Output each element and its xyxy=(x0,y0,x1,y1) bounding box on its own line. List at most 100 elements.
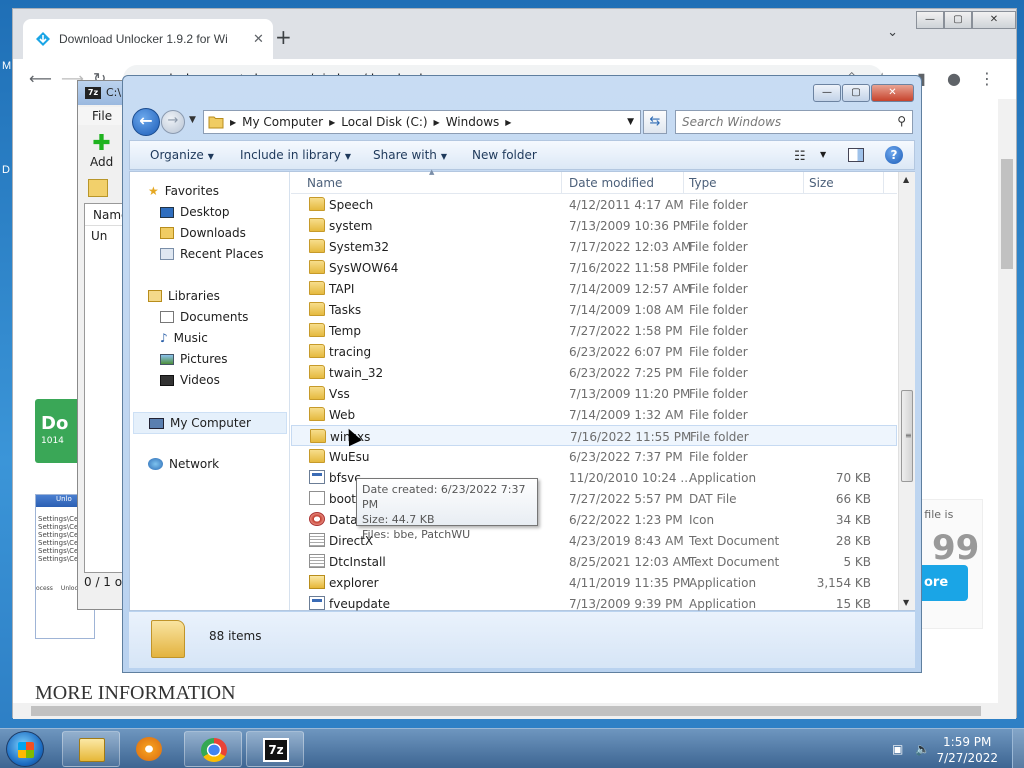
refresh-button[interactable]: ⇆ xyxy=(643,110,667,134)
help-icon[interactable]: ? xyxy=(885,146,903,164)
clock[interactable]: 1:59 PM 7/27/2022 xyxy=(936,734,998,766)
folder-up-icon[interactable] xyxy=(88,179,108,197)
page-horizontal-scrollbar[interactable] xyxy=(13,703,1000,719)
taskbar-7zip[interactable]: 7z xyxy=(246,731,304,767)
column-header-size[interactable]: Size xyxy=(809,176,834,190)
search-input[interactable]: Search Windows ⚲ xyxy=(675,110,913,134)
nav-my-computer[interactable]: My Computer xyxy=(133,412,287,434)
table-row[interactable]: Web 7/14/2009 1:32 AM File folder xyxy=(291,404,897,425)
nav-label: Videos xyxy=(180,373,220,387)
column-divider[interactable] xyxy=(883,172,884,194)
include-in-library-button[interactable]: Include in library ▼ xyxy=(240,148,351,162)
table-row[interactable]: Speech 4/12/2011 4:17 AM File folder xyxy=(291,194,897,215)
folder-icon xyxy=(309,260,325,274)
chevron-right-icon[interactable]: ▶ xyxy=(505,118,511,127)
new-folder-button[interactable]: New folder xyxy=(472,148,537,162)
nav-network[interactable]: Network xyxy=(148,457,219,471)
nav-music[interactable]: ♪ Music xyxy=(160,331,208,345)
kebab-menu-icon[interactable]: ⋮ xyxy=(979,69,995,88)
chevron-down-icon[interactable]: ▼ xyxy=(820,150,826,159)
chevron-down-icon[interactable]: ⌄ xyxy=(887,25,898,40)
scrollbar-thumb[interactable] xyxy=(1001,159,1013,269)
taskbar-media-player[interactable] xyxy=(122,731,178,767)
nav-videos[interactable]: Videos xyxy=(160,373,220,387)
recent-pages-dropdown[interactable]: ▼ xyxy=(189,115,196,125)
close-icon[interactable]: ✕ xyxy=(253,32,264,47)
view-options-icon[interactable]: ☷ xyxy=(794,149,806,164)
column-header-type[interactable]: Type xyxy=(689,176,717,190)
file-size: 15 KB xyxy=(835,597,871,611)
taskbar-chrome[interactable] xyxy=(184,731,242,767)
column-header-name[interactable]: Name xyxy=(307,176,342,190)
chevron-right-icon[interactable]: ▶ xyxy=(329,118,335,127)
add-button[interactable]: ✚ Add xyxy=(90,133,113,170)
scrollbar-thumb[interactable] xyxy=(31,706,981,716)
breadcrumb-item[interactable]: Windows xyxy=(446,115,500,129)
table-row[interactable]: Temp 7/27/2022 1:58 PM File folder xyxy=(291,320,897,341)
nav-downloads[interactable]: Downloads xyxy=(160,226,246,240)
maximize-button[interactable]: ▢ xyxy=(842,84,870,102)
table-row[interactable]: Vss 7/13/2009 11:20 PM File folder xyxy=(291,383,897,404)
preview-pane-icon[interactable] xyxy=(848,148,864,162)
profile-icon[interactable]: ● xyxy=(947,69,961,88)
taskbar: 7z ▣ 🔈 1:59 PM 7/27/2022 xyxy=(0,728,1024,768)
column-divider[interactable] xyxy=(683,172,684,194)
chevron-right-icon[interactable]: ▶ xyxy=(434,118,440,127)
address-bar[interactable]: ▶ My Computer ▶ Local Disk (C:) ▶ Window… xyxy=(203,110,641,134)
read-more-button[interactable]: ore xyxy=(920,565,968,601)
back-button[interactable]: ← xyxy=(132,108,160,136)
close-button[interactable]: ✕ xyxy=(972,11,1016,29)
table-row[interactable]: Tasks 7/14/2009 1:08 AM File folder xyxy=(291,299,897,320)
show-desktop-button[interactable] xyxy=(1012,729,1024,768)
network-tray-icon[interactable]: ▣ xyxy=(892,742,903,756)
table-row[interactable]: twain_32 6/23/2022 7:25 PM File folder xyxy=(291,362,897,383)
column-divider[interactable] xyxy=(803,172,804,194)
minimize-button[interactable]: — xyxy=(813,84,841,102)
breadcrumb-item[interactable]: My Computer xyxy=(242,115,323,129)
volume-tray-icon[interactable]: 🔈 xyxy=(915,742,930,756)
scroll-up-icon[interactable]: ▲ xyxy=(903,175,909,184)
breadcrumb-item[interactable]: Local Disk (C:) xyxy=(341,115,427,129)
table-row[interactable]: winsxs 7/16/2022 11:55 PM File folder xyxy=(291,425,897,446)
file-list-scrollbar[interactable]: ▲ ≡ ▼ xyxy=(898,172,915,610)
close-button[interactable]: ✕ xyxy=(871,84,914,102)
search-icon[interactable]: ⚲ xyxy=(897,114,906,128)
file-type: File folder xyxy=(689,408,748,422)
minimize-button[interactable]: — xyxy=(916,11,944,29)
taskbar-explorer[interactable] xyxy=(62,731,120,767)
table-row[interactable]: explorer 4/11/2019 11:35 PM Application 3,1… xyxy=(291,572,897,593)
back-arrow-icon[interactable]: ⟵ xyxy=(29,69,52,88)
column-header-date[interactable]: Date modified xyxy=(569,176,654,190)
table-row[interactable]: TAPI 7/14/2009 12:57 AM File folder xyxy=(291,278,897,299)
page-scrollbar[interactable] xyxy=(998,99,1016,719)
forward-button[interactable]: → xyxy=(161,110,185,134)
scroll-down-icon[interactable]: ▼ xyxy=(903,598,909,607)
folder-icon xyxy=(309,449,325,463)
nav-pictures[interactable]: Pictures xyxy=(160,352,228,366)
table-row[interactable]: DtcInstall 8/25/2021 12:03 AM Text Documen… xyxy=(291,551,897,572)
table-row[interactable]: system 7/13/2009 10:36 PM File folder xyxy=(291,215,897,236)
table-row[interactable]: WuEsu 6/23/2022 7:37 PM File folder xyxy=(291,446,897,467)
column-divider[interactable] xyxy=(561,172,562,194)
chrome-tab[interactable]: Download Unlocker 1.9.2 for Wi ✕ xyxy=(23,19,273,59)
new-tab-button[interactable]: + xyxy=(275,25,292,49)
start-button[interactable] xyxy=(6,731,44,767)
nav-documents[interactable]: Documents xyxy=(160,310,248,324)
share-with-button[interactable]: Share with ▼ xyxy=(373,148,447,162)
chevron-right-icon[interactable]: ▶ xyxy=(230,118,236,127)
scrollbar-thumb[interactable]: ≡ xyxy=(901,390,913,482)
file-date: 7/14/2009 1:08 AM xyxy=(569,303,684,317)
table-row[interactable]: SysWOW64 7/16/2022 11:58 PM File folder xyxy=(291,257,897,278)
table-row[interactable]: tracing 6/23/2022 6:07 PM File folder xyxy=(291,341,897,362)
organize-button[interactable]: Organize ▼ xyxy=(150,148,214,162)
icon-file-icon xyxy=(309,512,325,526)
table-row[interactable]: System32 7/17/2022 12:03 AM File folder xyxy=(291,236,897,257)
nav-libraries[interactable]: Libraries xyxy=(148,289,220,303)
nav-desktop[interactable]: Desktop xyxy=(160,205,230,219)
menu-file[interactable]: File xyxy=(92,109,112,123)
table-row[interactable]: fveupdate 7/13/2009 9:39 PM Application 15 … xyxy=(291,593,897,614)
address-dropdown-icon[interactable]: ▼ xyxy=(627,117,634,127)
nav-recent-places[interactable]: Recent Places xyxy=(160,247,263,261)
maximize-button[interactable]: ▢ xyxy=(944,11,972,29)
nav-favorites[interactable]: ★ Favorites xyxy=(148,184,219,198)
